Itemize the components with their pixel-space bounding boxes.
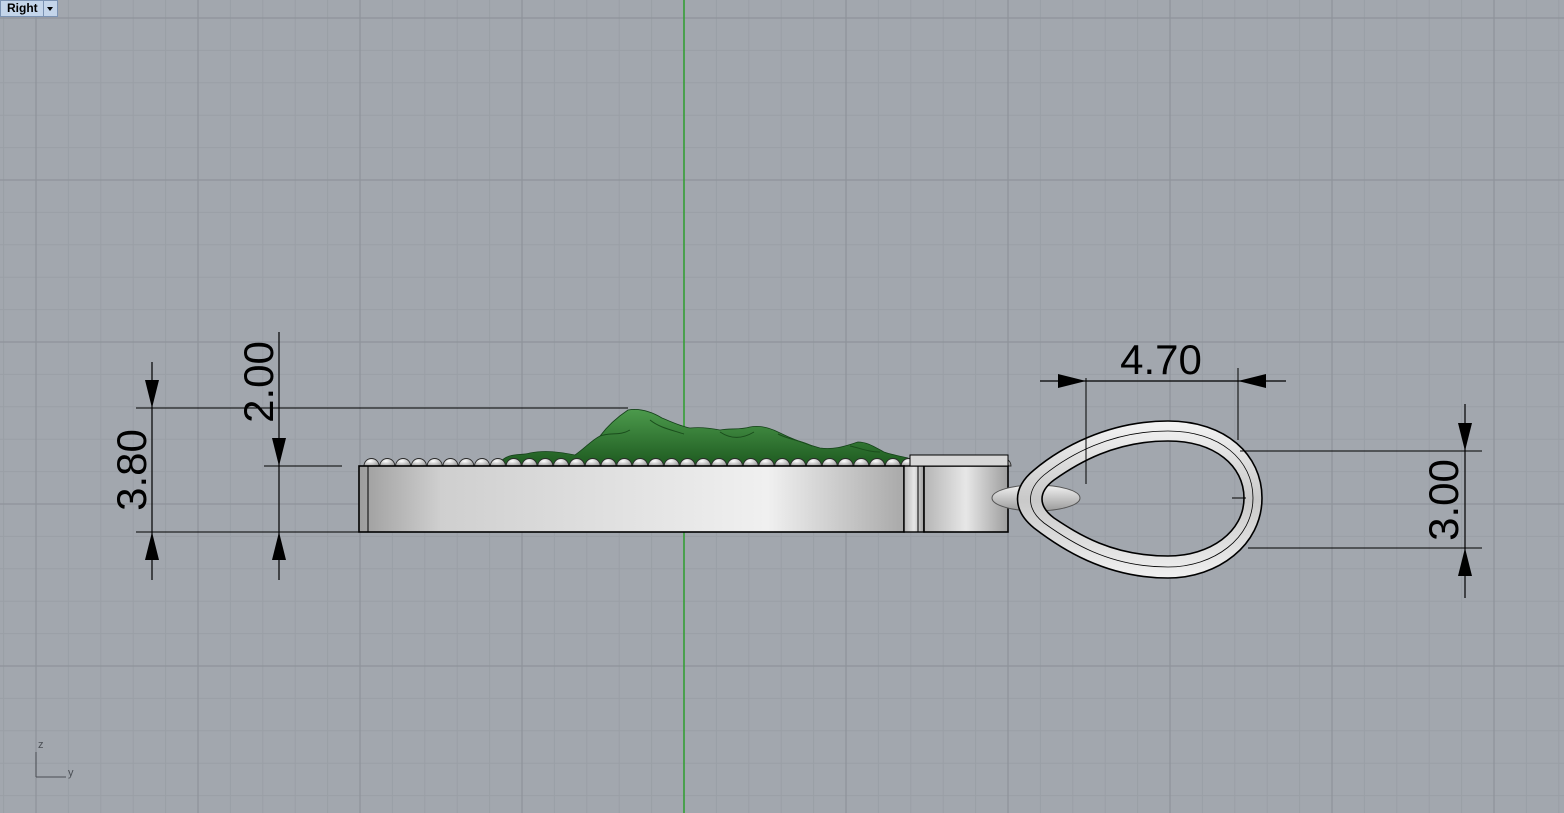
bead [474, 458, 491, 467]
bead [363, 458, 380, 467]
axis-y-label: y [68, 767, 74, 779]
relief-sculpture [499, 409, 911, 465]
viewport-menu-dropdown[interactable] [43, 0, 58, 17]
viewport-title-tab[interactable]: Right [0, 0, 58, 17]
pendant-base-slab [358, 465, 905, 533]
bead [395, 458, 412, 467]
viewport-title[interactable]: Right [0, 0, 44, 17]
dimension-relief-height-label: 2.00 [235, 341, 282, 423]
chevron-down-icon [47, 6, 54, 11]
axis-z-label: z [38, 739, 44, 751]
side-cap-top-rim [909, 454, 1009, 467]
viewport-canvas[interactable]: 3.80 2.00 4.70 3.00 z y [0, 0, 1564, 813]
dimension-total-height-label: 3.80 [108, 429, 155, 511]
pendant-model[interactable] [358, 409, 1263, 579]
bead [458, 458, 475, 467]
dimension-relief-height[interactable]: 2.00 [235, 332, 342, 580]
bead [410, 458, 427, 467]
bead [426, 458, 443, 467]
dimension-bail-width-label: 4.70 [1120, 336, 1202, 383]
bead [442, 458, 459, 467]
viewport-right[interactable]: 3.80 2.00 4.70 3.00 z y Right [0, 0, 1564, 813]
pendant-separator [903, 465, 925, 533]
dimension-bail-height-label: 3.00 [1420, 459, 1467, 541]
